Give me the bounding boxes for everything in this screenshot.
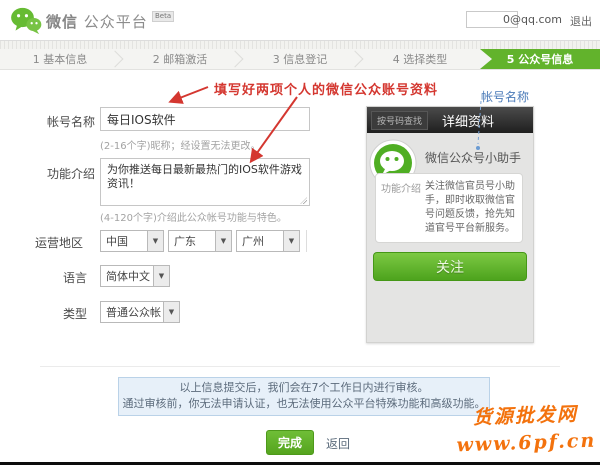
tab-find-by-number[interactable]: 按号码查找 [371,111,428,130]
intro-label: 功能介绍 [47,165,95,182]
back-link[interactable]: 返回 [326,435,350,452]
tab-detail-info[interactable]: 详细资料 [442,111,494,130]
brand-name: 微信 [46,13,78,31]
step-bar: 1 基本信息 2 邮箱激活 3 信息登记 4 选择类型 5 公众号信息 [0,49,600,70]
preview-intro-card: 功能介绍 关注微信官员号小助手，即时收取微信官号问题反馈，抢先知道官号平台新服务… [375,173,523,243]
step-1-basic-info[interactable]: 1 基本信息 [0,49,120,69]
notice-line-1: 以上信息提交后，我们会在7个工作日内进行审核。 [119,380,489,396]
annotation-text: 填写好两项个人的微信公众账号资料 [214,79,438,98]
preview-intro-label: 功能介绍 [381,180,425,236]
beta-badge: Beta [152,11,174,22]
step-label: 2 邮箱激活 [153,51,208,67]
brand-suffix: 公众平台 [84,13,148,31]
header: 微信 公众平台 Beta 0@qq.com 退出 [0,0,600,40]
language-select[interactable]: 简体中文 ▼ [100,265,170,287]
preview-intro-text: 关注微信官员号小助手，即时收取微信官号问题反馈，抢先知道官号平台新服务。 [425,180,517,236]
region-city-select[interactable]: 广州 ▼ [236,230,300,252]
account-name-input[interactable] [100,107,310,131]
chevron-down-icon: ▼ [163,302,179,322]
language-value: 简体中文 [101,268,153,284]
chevron-down-icon: ▼ [283,231,299,251]
account-preview-panel: 按号码查找 详细资料 微信公众号小助手 功能介绍 关注微信官员号小助手，即时收取… [366,106,534,343]
type-value: 普通公众帐 [101,304,163,320]
step-4-choose-type[interactable]: 4 选择类型 [360,49,480,69]
account-email: 0@qq.com [503,13,562,26]
watermark-line-2: www.6pf.cn [456,428,597,460]
intro-textarea[interactable]: 为你推送每日最新最热门的IOS软件游戏资讯！ [100,158,310,206]
textarea-resize-grip[interactable] [300,197,307,204]
step-2-email-activate[interactable]: 2 邮箱激活 [120,49,240,69]
step-label: 1 基本信息 [33,51,88,67]
region-province-value: 广东 [169,233,215,249]
chevron-down-icon: ▼ [215,231,231,251]
finish-button[interactable]: 完成 [266,430,314,455]
watermark: 货源批发网 www.6pf.cn [455,401,597,460]
step-label: 4 选择类型 [393,51,448,67]
chevron-down-icon: ▼ [153,266,169,286]
region-city-value: 广州 [237,233,283,249]
intro-hint: (4-120个字)介绍此公众帐号功能与特色。 [100,209,287,224]
step-label: 5 公众号信息 [507,51,573,67]
account-name-hint: (2-16个字)昵称；经设置无法更改。 [100,137,261,152]
red-arrow-to-name-input [172,87,208,101]
type-label: 类型 [63,305,87,322]
section-divider [40,366,560,367]
region-country-select[interactable]: 中国 ▼ [100,230,164,252]
region-country-value: 中国 [101,233,147,249]
step-5-account-info[interactable]: 5 公众号信息 [480,49,600,69]
step-label: 3 信息登记 [273,51,328,67]
brand-title: 微信 公众平台 [46,11,148,32]
step-3-info-register[interactable]: 3 信息登记 [240,49,360,69]
language-label: 语言 [63,269,87,286]
review-notice-box: 以上信息提交后，我们会在7个工作日内进行审核。 通过审核前，你无法申请认证，也无… [118,377,490,416]
preview-pointer-label: 帐号名称 [481,88,529,105]
account-name-label: 帐号名称 [47,113,95,130]
region-province-select[interactable]: 广东 ▼ [168,230,232,252]
wechat-public-platform-page: 微信 公众平台 Beta 0@qq.com 退出 1 基本信息 2 邮箱激活 3… [0,0,600,465]
notice-line-2: 通过审核前，你无法申请认证，也无法使用公众平台特殊功能和高级功能。 [119,396,489,412]
preview-header: 按号码查找 详细资料 [367,107,533,133]
follow-button[interactable]: 关注 [373,252,527,281]
logout-link[interactable]: 退出 [570,13,592,29]
type-select[interactable]: 普通公众帐 ▼ [100,301,180,323]
region-label: 运营地区 [35,234,83,251]
chevron-down-icon: ▼ [147,231,163,251]
region-divider [306,230,307,252]
wechat-logo-icon [10,7,42,35]
preview-nickname: 微信公众号小助手 [425,149,521,166]
